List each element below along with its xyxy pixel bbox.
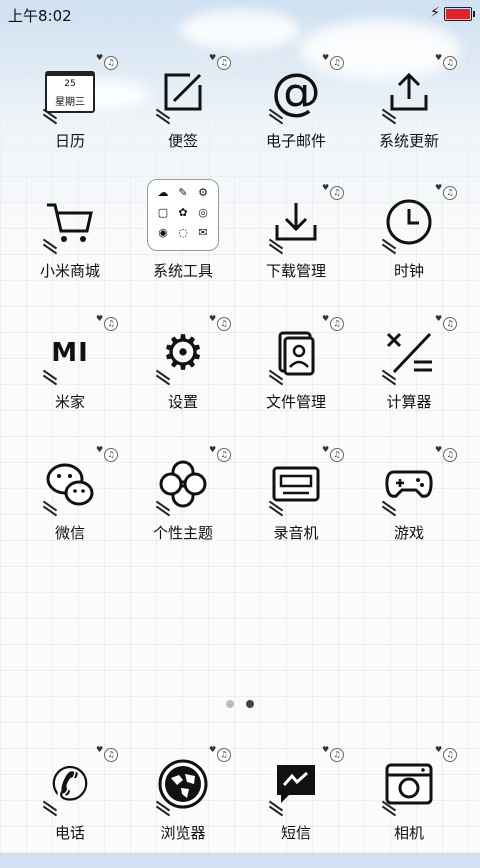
file-manager-icon xyxy=(264,321,328,385)
music-note-deco-icon: ♫ xyxy=(330,186,344,200)
app-label: 下载管理 xyxy=(265,262,326,280)
music-note-deco-icon: ♫ xyxy=(104,448,118,462)
globe-browser-icon xyxy=(151,752,215,816)
music-note-deco-icon: ♫ xyxy=(104,317,118,331)
app-label: 时钟 xyxy=(393,262,424,280)
notes-pencil-icon xyxy=(151,60,215,124)
shopping-cart-icon xyxy=(38,190,102,254)
music-note-deco-icon: ♫ xyxy=(330,317,344,331)
phone-handset-icon: ✆ xyxy=(50,757,90,811)
app-label: 计算器 xyxy=(386,393,432,411)
music-note-deco-icon: ♫ xyxy=(330,748,344,762)
app-mijia[interactable]: ♥ ♫ MI 米家 xyxy=(10,314,130,437)
app-label: 米家 xyxy=(54,393,85,411)
app-label: 个性主题 xyxy=(152,524,213,542)
app-label: 短信 xyxy=(280,824,311,842)
app-system-tools[interactable]: ☁ ✎ ⚙ ▢ ✿ ◎ ◉ ◌ ✉ 系统工具 xyxy=(123,176,243,296)
app-label: 微信 xyxy=(54,524,85,542)
music-note-deco-icon: ♫ xyxy=(217,448,231,462)
page-dot-active[interactable] xyxy=(246,700,254,708)
mi-logo-icon: MI xyxy=(51,338,89,368)
app-label: 相机 xyxy=(393,824,424,842)
page-indicator[interactable] xyxy=(220,700,260,710)
camera-icon xyxy=(377,752,441,816)
clock-icon xyxy=(377,190,441,254)
app-notes[interactable]: ♥ ♫ 便签 xyxy=(123,53,243,176)
app-messages[interactable]: ♥ ♫ 短信 xyxy=(236,745,356,868)
app-label: 系统更新 xyxy=(378,132,439,150)
app-label: 日历 xyxy=(54,132,85,150)
music-note-deco-icon: ♫ xyxy=(217,56,231,70)
app-file-manager[interactable]: ♥ ♫ 文件管理 xyxy=(236,314,356,437)
app-phone[interactable]: ♥ ♫ ✆ 电话 xyxy=(10,745,130,868)
app-label: 电话 xyxy=(54,824,85,842)
app-system-update[interactable]: ♥ ♫ 系统更新 xyxy=(349,53,469,176)
app-mi-store[interactable]: 小米商城 xyxy=(10,186,130,306)
status-bar: 上午8:02 ⚡ xyxy=(0,0,480,28)
message-bubble-icon xyxy=(264,752,328,816)
app-email[interactable]: ♥ ♫ @ 电子邮件 xyxy=(236,53,356,176)
lightning-bolt-icon: ⚡ xyxy=(430,5,440,21)
status-time: 上午8:02 xyxy=(8,7,72,25)
app-label: 录音机 xyxy=(273,524,319,542)
app-download-manager[interactable]: ♥ ♫ 下载管理 xyxy=(236,183,356,306)
music-note-deco-icon: ♫ xyxy=(443,56,457,70)
calendar-day: 25 xyxy=(64,79,76,89)
download-arrow-icon xyxy=(264,190,328,254)
app-games[interactable]: ♥ ♫ 游戏 xyxy=(349,445,469,568)
app-label: 小米商城 xyxy=(39,262,100,280)
page-dot[interactable] xyxy=(226,700,234,708)
app-themes[interactable]: ♥ ♫ 个性主题 xyxy=(123,445,243,568)
app-label: 设置 xyxy=(167,393,198,411)
upload-arrow-icon xyxy=(377,60,441,124)
app-label: 便签 xyxy=(167,132,198,150)
app-settings[interactable]: ♥ ♫ ⚙ 设置 xyxy=(123,314,243,437)
calculator-icon xyxy=(377,321,441,385)
app-recorder[interactable]: ♥ ♫ 录音机 xyxy=(236,445,356,568)
music-note-deco-icon: ♫ xyxy=(443,317,457,331)
at-sign-icon: @ xyxy=(271,63,321,121)
app-label: 浏览器 xyxy=(160,824,206,842)
app-calculator[interactable]: ♥ ♫ 计算器 xyxy=(349,314,469,437)
gamepad-icon xyxy=(377,452,441,516)
music-note-deco-icon: ♫ xyxy=(443,186,457,200)
music-note-deco-icon: ♫ xyxy=(330,56,344,70)
app-label: 系统工具 xyxy=(152,262,213,280)
wechat-bubbles-icon xyxy=(38,452,102,516)
clover-theme-icon xyxy=(151,452,215,516)
music-note-deco-icon: ♫ xyxy=(217,317,231,331)
app-wechat[interactable]: ♥ ♫ 微信 xyxy=(10,445,130,568)
gear-icon: ⚙ xyxy=(161,325,205,381)
calendar-icon: 25 星期三 xyxy=(38,60,102,124)
app-camera[interactable]: ♥ ♫ 相机 xyxy=(349,745,469,868)
battery-icon xyxy=(444,7,475,21)
app-calendar[interactable]: ♥ ♫ 25 星期三 日历 xyxy=(10,53,130,176)
music-note-deco-icon: ♫ xyxy=(104,56,118,70)
music-note-deco-icon: ♫ xyxy=(217,748,231,762)
calendar-weekday: 星期三 xyxy=(55,97,85,108)
app-label: 电子邮件 xyxy=(265,132,326,150)
cassette-recorder-icon xyxy=(264,452,328,516)
music-note-deco-icon: ♫ xyxy=(443,448,457,462)
tools-folder-icon: ☁ ✎ ⚙ ▢ ✿ ◎ ◉ ◌ ✉ xyxy=(146,178,220,252)
music-note-deco-icon: ♫ xyxy=(104,748,118,762)
app-label: 文件管理 xyxy=(265,393,326,411)
app-browser[interactable]: ♥ ♫ 浏览器 xyxy=(123,745,243,868)
music-note-deco-icon: ♫ xyxy=(443,748,457,762)
app-clock[interactable]: ♥ ♫ 时钟 xyxy=(349,183,469,306)
music-note-deco-icon: ♫ xyxy=(330,448,344,462)
app-label: 游戏 xyxy=(393,524,424,542)
